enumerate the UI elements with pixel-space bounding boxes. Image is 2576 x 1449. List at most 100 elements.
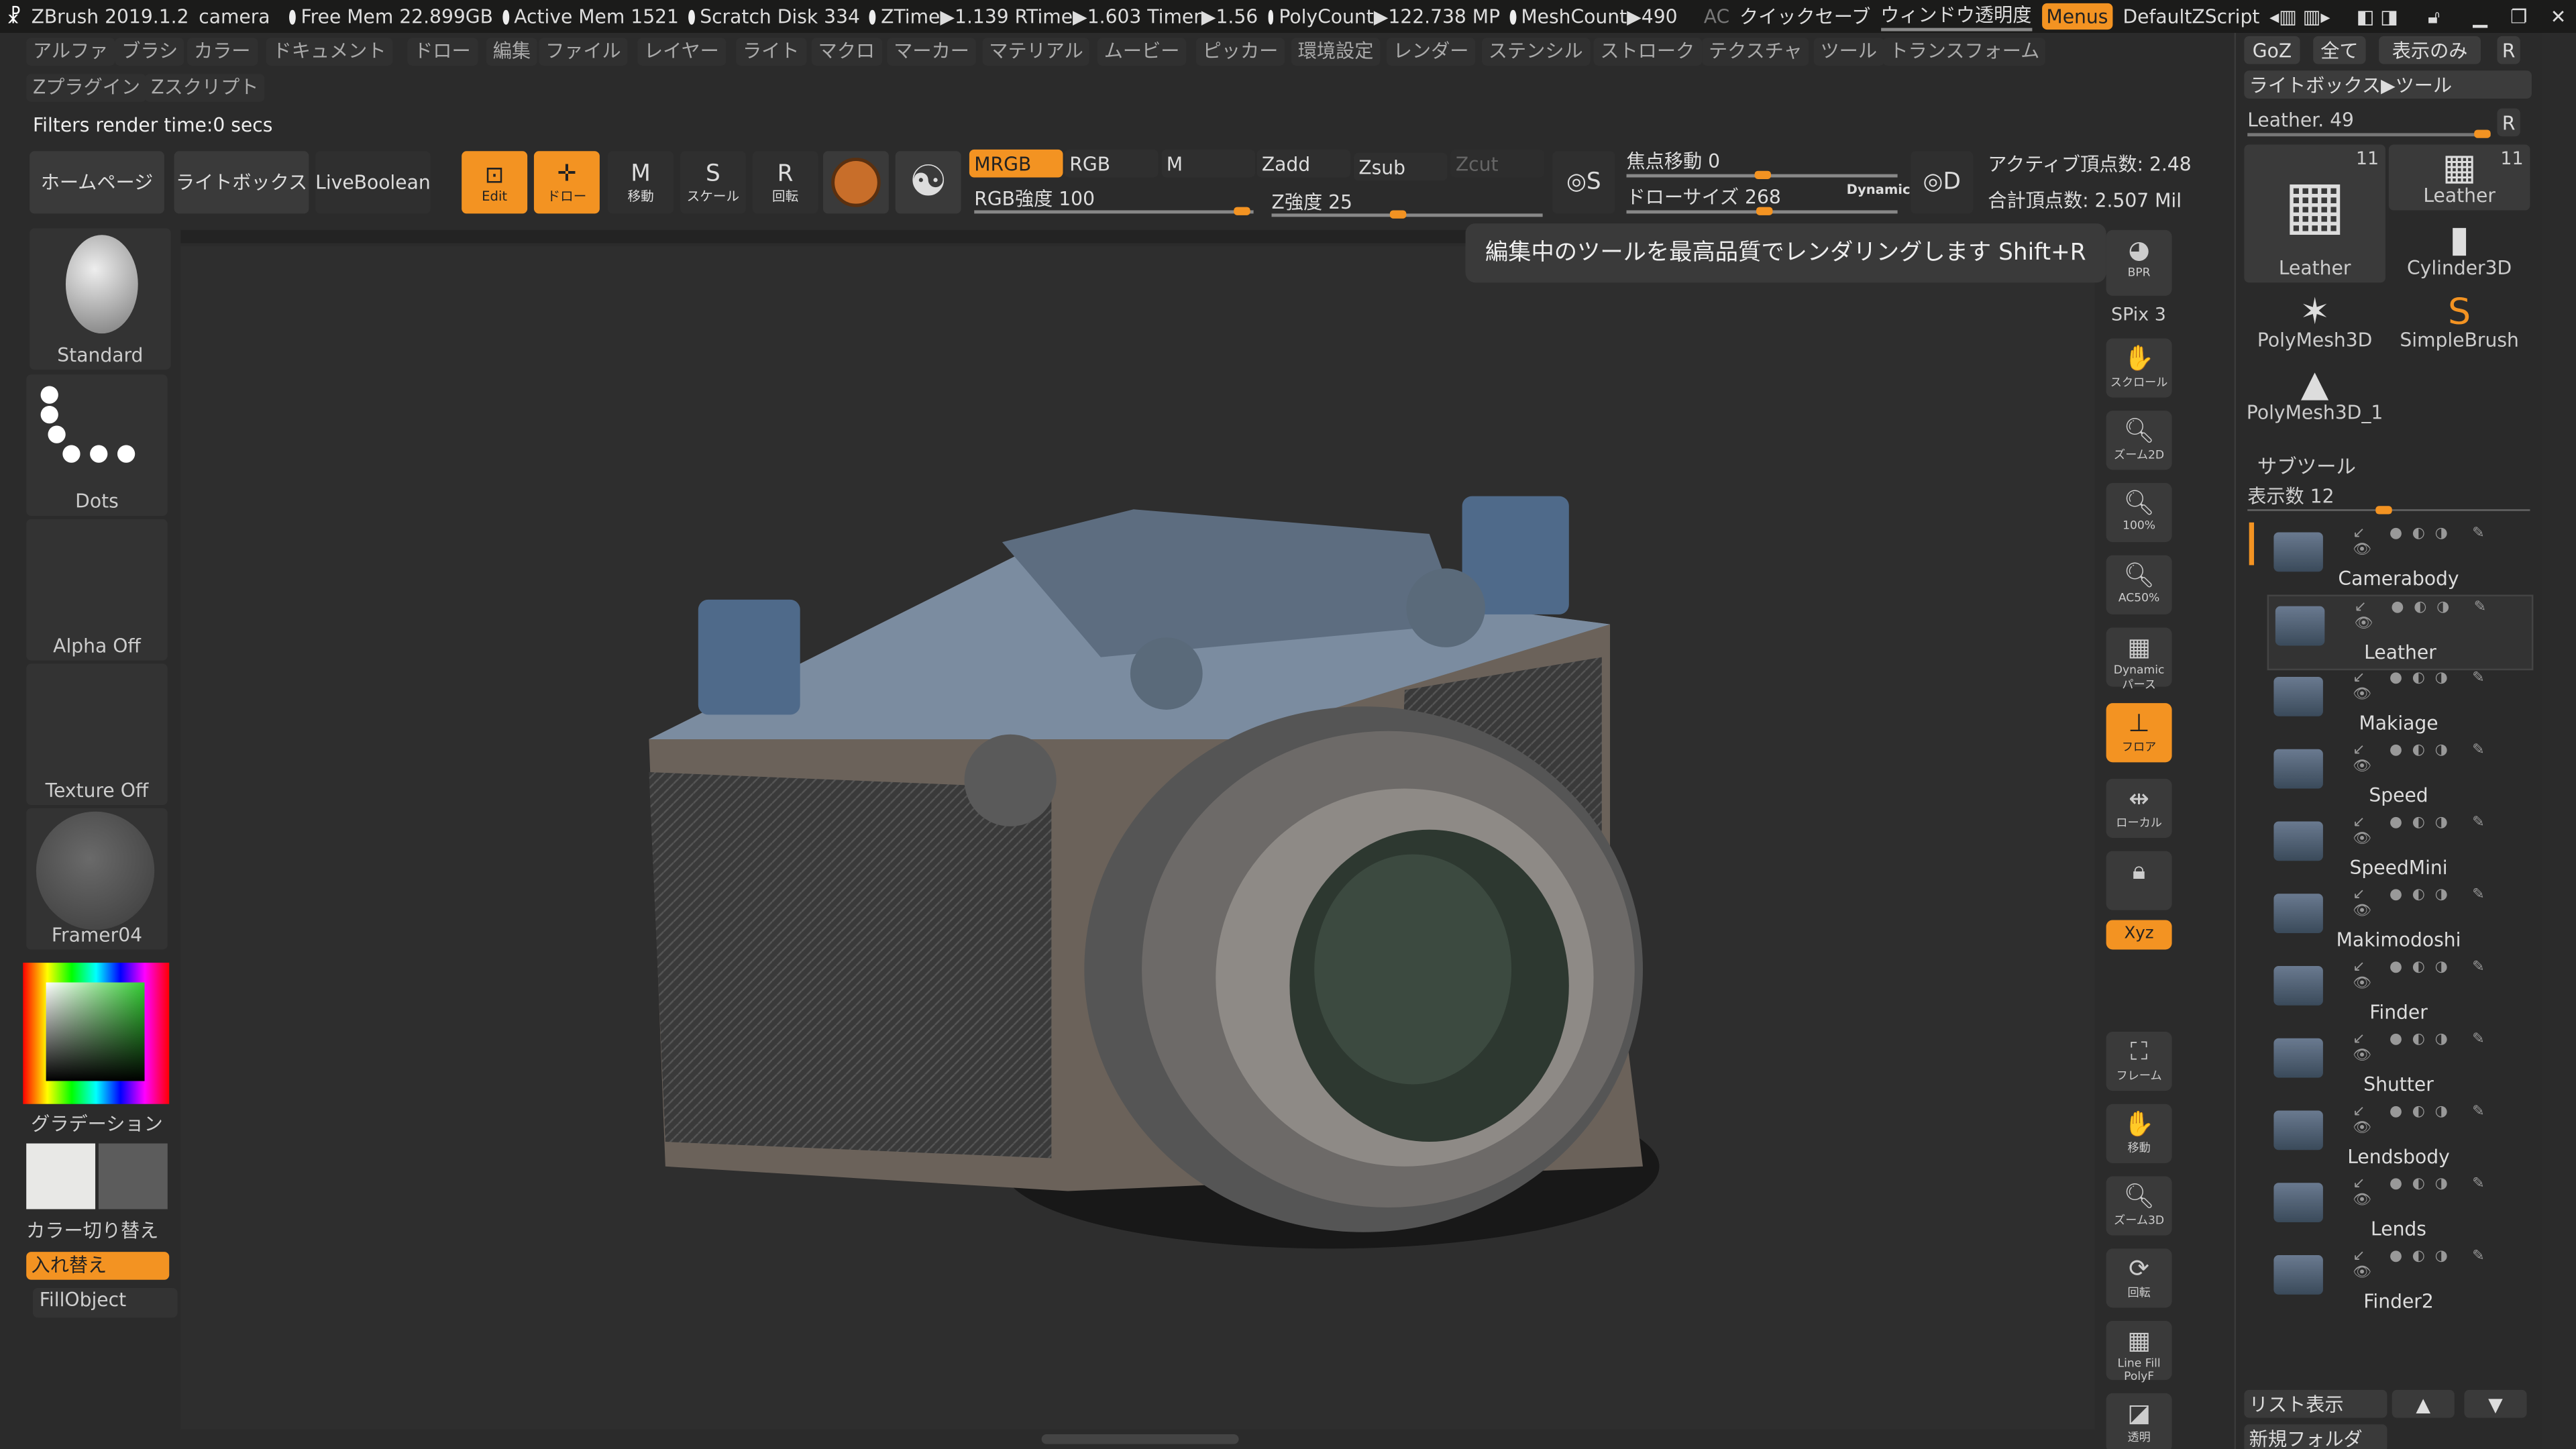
shelf-frame-button[interactable]: ⛶ フレーム [2106, 1031, 2172, 1091]
menu-6[interactable]: ファイル [539, 38, 628, 66]
stroke-button[interactable]: ● ● ● ● ● ● Dots [26, 374, 168, 516]
draw-button[interactable]: ✛ ドロー [533, 151, 600, 214]
tool-thumb[interactable]: ▲ PolyMesh3D_1 [2244, 362, 2385, 427]
subtool-toggles-icon[interactable]: ↙ ●◐◑ ✎ 👁︎ [2353, 1248, 2530, 1281]
subtool-item[interactable]: ↙ ●◐◑ ✎ 👁︎ Finder2 [2267, 1245, 2530, 1318]
slider-knob[interactable] [1234, 207, 1250, 215]
menu-9[interactable]: マクロ [811, 38, 881, 66]
lightbox-button[interactable]: ライトボックス [174, 151, 309, 214]
default-zscript-button[interactable]: DefaultZScript [2123, 5, 2259, 28]
menu-15[interactable]: レンダー [1386, 38, 1476, 66]
move-up-button[interactable]: ▲ [2392, 1389, 2455, 1418]
shelf-zoom2d-button[interactable]: 🔍︎ ズーム2D [2106, 411, 2172, 470]
subtool-item[interactable]: ↙ ●◐◑ ✎ 👁︎ Finder [2267, 956, 2530, 1028]
tool-thumb[interactable]: ✶ PolyMesh3D [2244, 289, 2385, 355]
move-down-button[interactable]: ▼ [2464, 1389, 2527, 1418]
subtool-toggles-icon[interactable]: ↙ ●◐◑ ✎ 👁︎ [2353, 959, 2530, 992]
restore-icon[interactable]: ❐ [2510, 5, 2527, 28]
current-tool-slider[interactable]: Leather. 49 [2247, 109, 2354, 131]
draw-size-slider[interactable] [1626, 207, 1898, 215]
menu-12[interactable]: ムービー [1097, 38, 1187, 66]
visible-count-slider[interactable]: 表示数 12 [2247, 483, 2334, 509]
lock-icon[interactable]: 🔓︎ [2428, 4, 2440, 29]
ac-label[interactable]: AC [1704, 5, 1729, 28]
menu-3[interactable]: ドキュメント [266, 38, 393, 66]
brush-button[interactable]: Standard [30, 228, 171, 370]
subtool-item[interactable]: ↙ ●◐◑ ✎ 👁︎ Lends [2267, 1173, 2530, 1246]
layout-arrows-icon[interactable]: ◂▥ ▥▸ [2269, 5, 2330, 28]
rgb-intensity-slider[interactable] [974, 207, 1254, 215]
swap-button[interactable]: 入れ替え [26, 1252, 170, 1280]
texture-button-left[interactable]: Texture Off [26, 663, 168, 806]
subtool-toggles-icon[interactable]: ↙ ●◐◑ ✎ 👁︎ [2353, 1032, 2530, 1065]
slider-knob[interactable] [1754, 170, 1772, 179]
menu2-1[interactable]: Zスクリプト [144, 74, 266, 102]
z-intensity-slider[interactable] [1271, 210, 1543, 219]
edit-button[interactable]: ⊡ Edit [462, 151, 528, 214]
menus-button[interactable]: Menus [2041, 3, 2113, 30]
subtool-toggles-icon[interactable]: ↙ ●◐◑ ✎ 👁︎ [2353, 1176, 2530, 1209]
list-view-button[interactable]: リスト表示 [2244, 1389, 2387, 1418]
subtool-toggles-icon[interactable]: ↙ ●◐◑ ✎ 👁︎ [2353, 887, 2530, 920]
close-icon[interactable]: ✕ [2551, 5, 2567, 28]
menu-1[interactable]: ブラシ [115, 38, 184, 66]
scale-button[interactable]: S スケール [680, 151, 746, 214]
lightbox-tool-button[interactable]: ライトボックス▶ツール [2244, 70, 2532, 99]
shelf-move-button[interactable]: ✋ 移動 [2106, 1104, 2172, 1163]
shelf-scroll-button[interactable]: ✋ スクロール [2106, 338, 2172, 398]
gradient-toggle[interactable]: グラデーション [26, 1111, 168, 1137]
tool-thumb[interactable]: ▮ Cylinder3D [2389, 217, 2530, 282]
main-color-swatch[interactable] [26, 1143, 96, 1210]
spotlight-d-button[interactable]: ◎D [1911, 151, 1974, 214]
subtool-toggles-icon[interactable]: ↙ ●◐◑ ✎ 👁︎ [2353, 1104, 2530, 1137]
count-slider-track[interactable] [2247, 506, 2530, 515]
menu-10[interactable]: マーカー [887, 38, 976, 66]
subtool-item[interactable]: ↙ ●◐◑ ✎ 👁︎ Lendsbody [2267, 1101, 2530, 1173]
menu-11[interactable]: マテリアル [982, 38, 1090, 66]
tool-thumb[interactable]: S SimpleBrush [2389, 289, 2530, 355]
menu-19[interactable]: ツール [1813, 38, 1884, 66]
subtool-toggles-icon[interactable]: ↙ ●◐◑ ✎ 👁︎ [2353, 815, 2530, 848]
menu-16[interactable]: ステンシル [1481, 38, 1590, 66]
window-transparency-slider[interactable]: ウィンドウ透明度 [1880, 1, 2032, 32]
shelf-transp-button[interactable]: ◪ 透明 [2106, 1393, 2172, 1449]
homepage-button[interactable]: ホームページ [30, 151, 164, 214]
spix-slider[interactable]: SPix 3 [2111, 304, 2166, 325]
menu2-0[interactable]: Zプラグイン [26, 74, 147, 102]
menu-20[interactable]: トランスフォーム [1882, 38, 2047, 66]
shelf-pct100-button[interactable]: 🔍︎ 100% [2106, 483, 2172, 543]
all-button[interactable]: 全て [2313, 36, 2366, 64]
move-button[interactable]: M 移動 [608, 151, 674, 214]
alpha-button[interactable]: Alpha Off [26, 519, 168, 661]
subtool-item[interactable]: ↙ ●◐◑ ✎ 👁︎ Makiage [2267, 667, 2530, 739]
secondary-color-swatch[interactable] [98, 1143, 168, 1210]
quicksave-button[interactable]: クイックセーブ [1739, 3, 1870, 30]
shelf-floor-button[interactable]: ⊥ フロア [2106, 703, 2172, 763]
mrgb-button[interactable]: MRGB [969, 149, 1063, 178]
menu-13[interactable]: ピッカー [1195, 38, 1285, 66]
canvas[interactable] [180, 246, 2095, 1430]
subtool-toggles-icon[interactable]: ↙ ●◐◑ ✎ 👁︎ [2353, 670, 2530, 703]
color-square[interactable] [46, 982, 145, 1081]
slider-knob[interactable] [1756, 207, 1773, 215]
minimize-icon[interactable]: ▁ [2473, 5, 2487, 28]
bpr-button[interactable]: ◕ BPR [2106, 229, 2172, 296]
menu-14[interactable]: 環境設定 [1291, 38, 1381, 66]
goz-button[interactable]: GoZ [2244, 36, 2300, 64]
menu-7[interactable]: レイヤー [637, 38, 726, 66]
m-button[interactable]: M [1161, 149, 1256, 178]
dynamic-toggle[interactable]: Dynamic [1847, 182, 1911, 197]
subtool-item[interactable]: ↙ ●◐◑ ✎ 👁︎ Camerabody [2267, 523, 2530, 595]
menu-5[interactable]: 編集 [486, 38, 537, 66]
menu-18[interactable]: テクスチャ [1702, 38, 1809, 66]
subtool-scroll-indicator[interactable] [2249, 522, 2255, 566]
menu-17[interactable]: ストローク [1593, 38, 1701, 66]
menu-0[interactable]: アルファ [26, 38, 115, 66]
subtool-item[interactable]: ↙ ●◐◑ ✎ 👁︎ Leather [2267, 594, 2534, 671]
subtool-toggles-icon[interactable]: ↙ ●◐◑ ✎ 👁︎ [2353, 526, 2530, 559]
bottom-tray-handle[interactable] [1041, 1434, 1239, 1444]
shelf-local-button[interactable]: 🔒︎ [2106, 851, 2172, 910]
zcut-button[interactable]: Zcut [1450, 149, 1545, 178]
tool-slider-track[interactable] [2247, 129, 2491, 138]
color-switch-button[interactable]: カラー切り替え [26, 1218, 168, 1244]
